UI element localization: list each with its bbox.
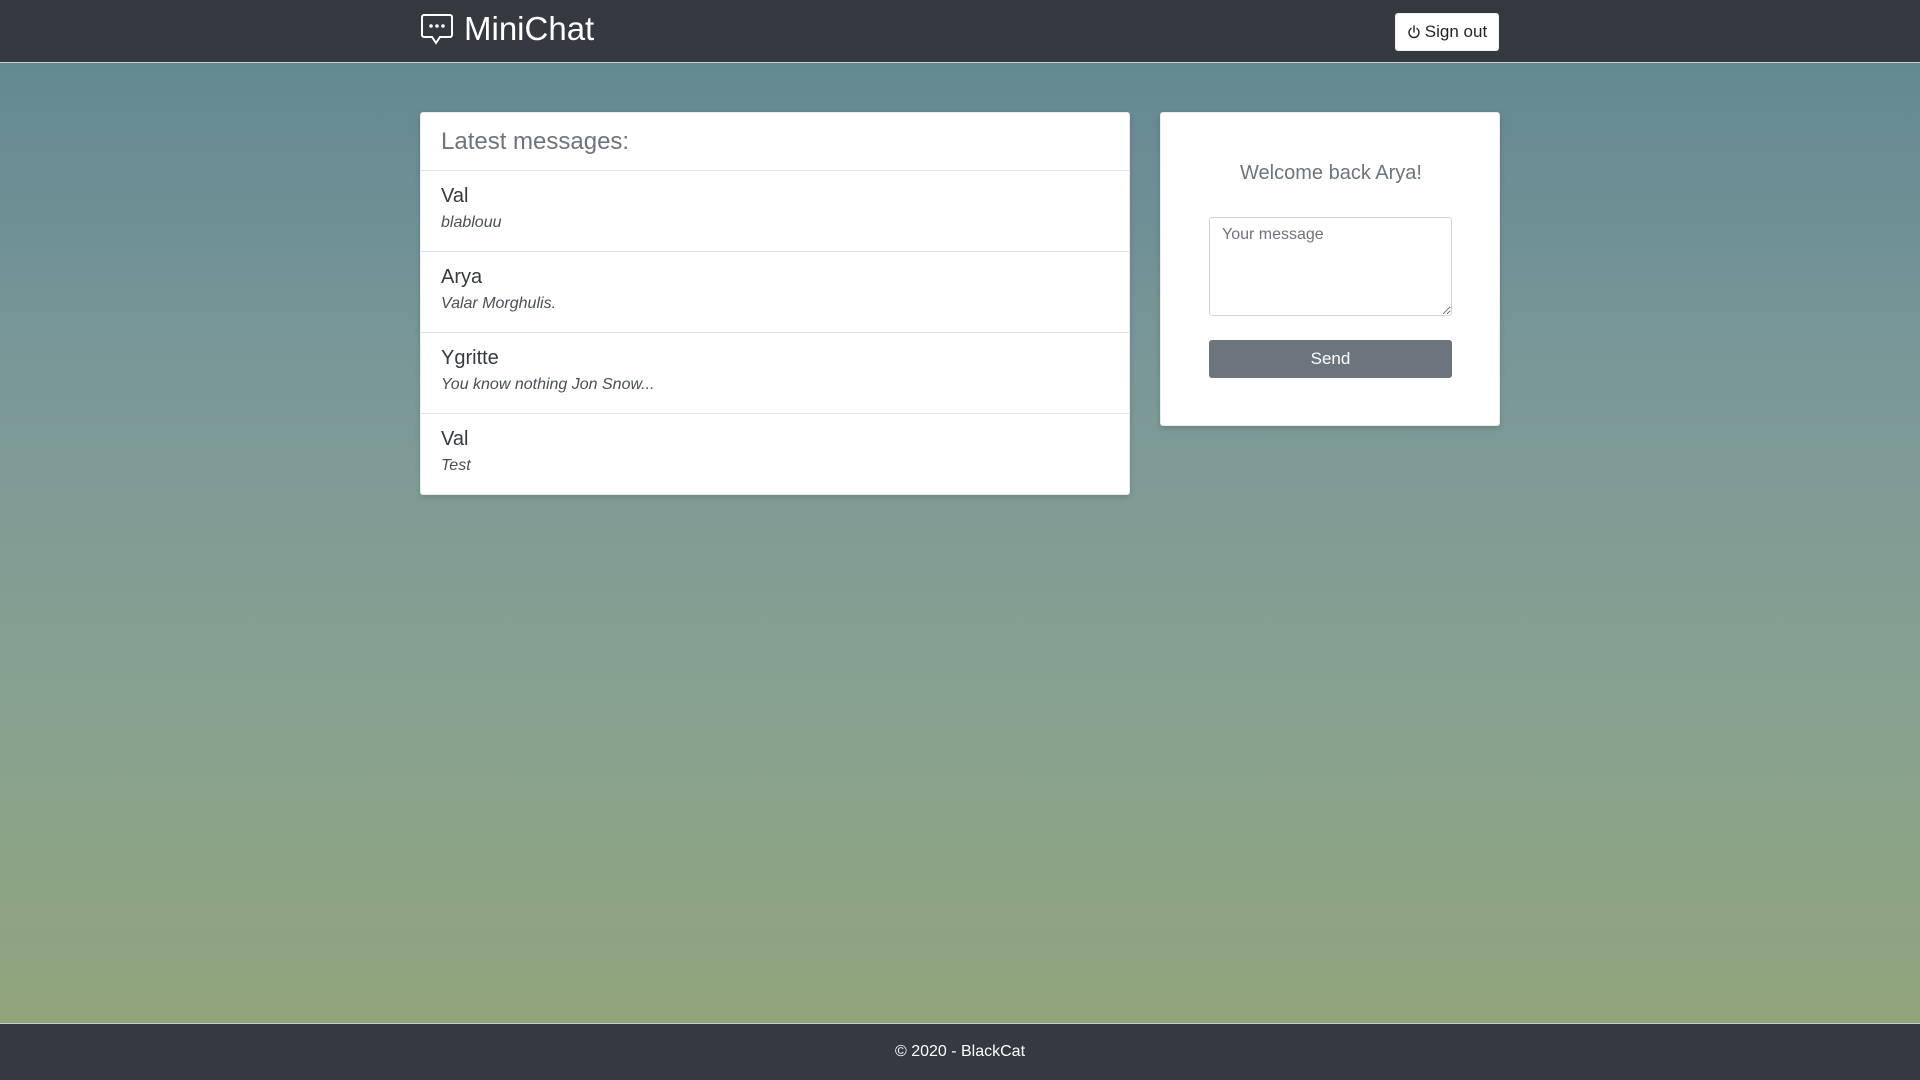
message-input[interactable]: [1209, 217, 1452, 316]
latest-messages-card: Latest messages: Val blablouu Arya Valar…: [420, 112, 1130, 495]
messages-heading: Latest messages:: [421, 113, 1129, 171]
footer: © 2020 - BlackCat: [0, 1023, 1920, 1080]
navbar: MiniChat Sign out: [0, 0, 1920, 63]
message-item: Val Test: [421, 414, 1129, 495]
message-author: Val: [441, 185, 469, 207]
power-icon: [1408, 25, 1420, 39]
brand-link[interactable]: MiniChat: [420, 9, 594, 49]
message-item: Arya Valar Morghulis.: [421, 252, 1129, 333]
message-text: blablouu: [441, 214, 502, 231]
message-text: Test: [441, 457, 471, 474]
message-author: Ygritte: [441, 347, 499, 369]
app-title: MiniChat: [464, 10, 595, 47]
footer-copyright: © 2020 - BlackCat: [894, 1043, 1026, 1060]
message-author: Arya: [441, 266, 483, 288]
compose-card: Welcome back Arya! Send: [1160, 112, 1500, 426]
message-text: Valar Morghulis.: [441, 295, 557, 312]
send-button[interactable]: Send: [1209, 340, 1452, 378]
sign-out-button[interactable]: Sign out: [1395, 13, 1499, 51]
chat-bubble-icon: [421, 14, 453, 45]
message-author: Val: [441, 428, 469, 450]
message-item: Val blablouu: [421, 171, 1129, 252]
message-item: Ygritte You know nothing Jon Snow...: [421, 333, 1129, 414]
message-text: You know nothing Jon Snow...: [441, 376, 655, 393]
welcome-message: Welcome back Arya!: [1240, 162, 1422, 184]
sign-out-label: Sign out: [1424, 22, 1488, 41]
